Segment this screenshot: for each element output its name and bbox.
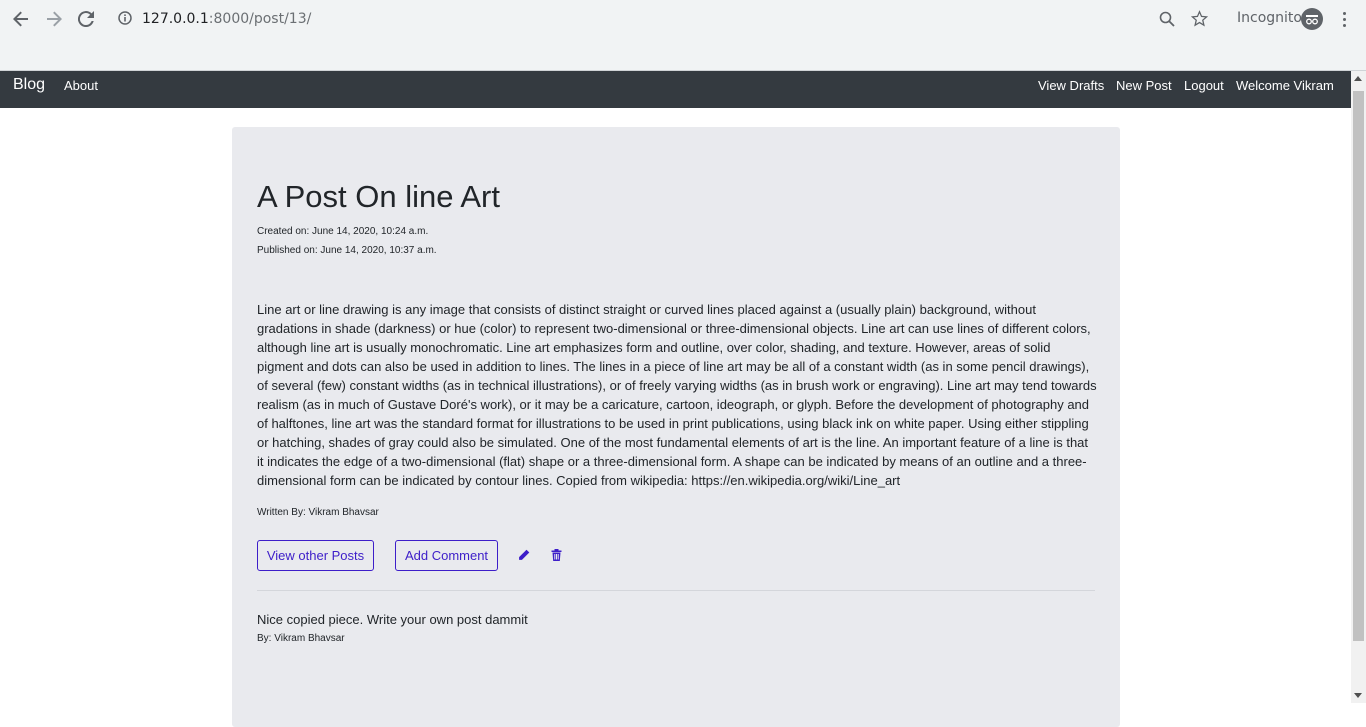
- back-arrow-icon[interactable]: [8, 6, 34, 32]
- edit-pencil-icon[interactable]: [517, 548, 531, 562]
- scroll-down-icon[interactable]: [1354, 693, 1362, 698]
- kebab-menu-icon[interactable]: [1336, 7, 1352, 31]
- nav-view-drafts[interactable]: View Drafts: [1038, 78, 1104, 93]
- comment-author: By: Vikram Bhavsar: [257, 633, 345, 644]
- post-body: Line art or line drawing is any image th…: [257, 302, 1097, 488]
- scroll-up-icon[interactable]: [1354, 76, 1362, 81]
- nav-new-post[interactable]: New Post: [1116, 78, 1172, 93]
- view-other-posts-button[interactable]: View other Posts: [257, 540, 374, 571]
- browser-chrome: 127.0.0.1:8000/post/13/ Incognito: [0, 0, 1366, 71]
- nav-welcome-user[interactable]: Welcome Vikram: [1236, 78, 1334, 93]
- comment-text: Nice copied piece. Write your own post d…: [257, 612, 528, 627]
- site-navbar: Blog About View Drafts New Post Logout W…: [0, 71, 1351, 108]
- forward-arrow-icon[interactable]: [41, 6, 67, 32]
- post-author: Written By: Vikram Bhavsar: [257, 507, 379, 518]
- zoom-icon[interactable]: [1159, 11, 1175, 32]
- incognito-icon[interactable]: [1301, 8, 1323, 30]
- incognito-label: Incognito: [1237, 10, 1302, 26]
- post-title: A Post On line Art: [257, 179, 500, 214]
- url-host: 127.0.0.1: [142, 11, 209, 27]
- star-icon[interactable]: [1190, 10, 1209, 32]
- address-bar[interactable]: 127.0.0.1:8000/post/13/: [142, 9, 311, 29]
- post-created-date: Created on: June 14, 2020, 10:24 a.m.: [257, 226, 429, 237]
- page-scrollbar[interactable]: [1351, 71, 1366, 703]
- nav-logout[interactable]: Logout: [1184, 78, 1224, 93]
- info-icon[interactable]: [118, 11, 132, 30]
- add-comment-button[interactable]: Add Comment: [395, 540, 498, 571]
- url-path: :8000/post/13/: [208, 11, 312, 27]
- divider: [257, 590, 1095, 591]
- post-published-date: Published on: June 14, 2020, 10:37 a.m.: [257, 245, 437, 256]
- brand-link[interactable]: Blog: [13, 76, 45, 94]
- post-card: A Post On line Art Created on: June 14, …: [232, 127, 1120, 727]
- scroll-thumb[interactable]: [1353, 91, 1364, 641]
- reload-icon[interactable]: [73, 6, 99, 32]
- nav-about[interactable]: About: [64, 78, 98, 93]
- delete-trash-icon[interactable]: [549, 548, 563, 562]
